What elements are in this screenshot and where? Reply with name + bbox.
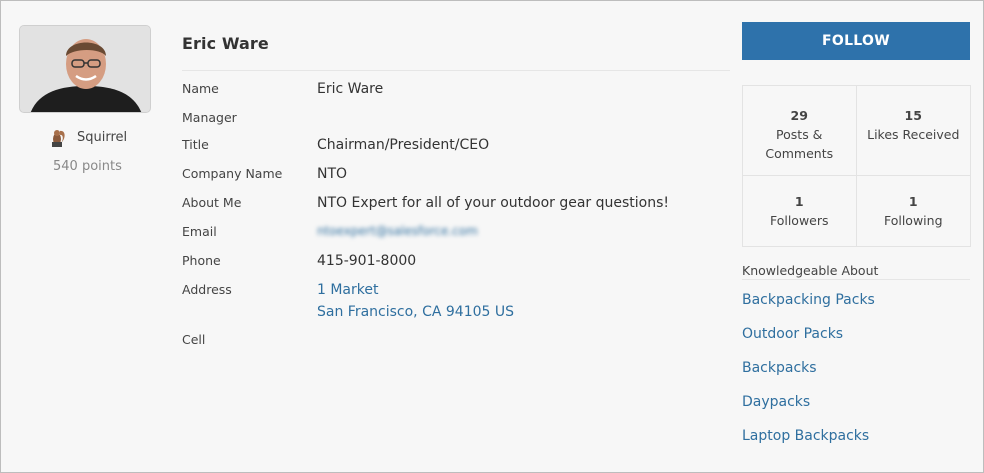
stat-label: Following [883,213,943,228]
avatar[interactable] [19,25,151,113]
stats-grid: 29 Posts & Comments 15 Likes Received 1 … [742,85,971,247]
topic-link[interactable]: Backpacking Packs [742,292,875,308]
stat-posts-comments[interactable]: 29 Posts & Comments [743,86,857,176]
stat-count: 29 [790,108,808,123]
topic-link[interactable]: Daypacks [742,394,810,410]
divider [742,279,970,280]
page-title: Eric Ware [182,34,269,53]
stat-count: 15 [904,108,922,123]
field-label-email: Email [182,224,217,239]
field-value-about: NTO Expert for all of your outdoor gear … [317,195,670,211]
topic-link[interactable]: Laptop Backpacks [742,428,869,444]
stat-label: Posts & Comments [765,127,834,161]
field-label-company: Company Name [182,166,283,181]
rank-label: Squirrel [77,129,128,145]
stat-likes-received[interactable]: 15 Likes Received [856,86,970,176]
stat-label: Followers [769,213,829,228]
squirrel-icon [52,130,65,147]
address-line1-link[interactable]: 1 Market [317,282,378,298]
topic-link[interactable]: Backpacks [742,360,817,376]
address-line2-link[interactable]: San Francisco, CA 94105 US [317,304,514,320]
field-value-phone: 415-901-8000 [317,253,417,269]
field-label-address: Address [182,282,232,297]
stat-followers[interactable]: 1 Followers [743,176,857,247]
points-label: 540 points [53,159,122,174]
field-label-about: About Me [182,195,242,210]
follow-button[interactable]: FOLLOW [742,22,970,60]
field-label-phone: Phone [182,253,221,268]
field-value-title: Chairman/President/CEO [317,137,490,153]
field-label-name: Name [182,81,219,96]
avatar-photo [20,26,150,112]
field-value-name: Eric Ware [317,81,384,97]
stat-count: 1 [908,194,918,209]
divider [182,70,730,71]
field-value-company: NTO [317,166,348,182]
field-label-title: Title [182,137,209,152]
rank-badge: Squirrel [51,127,127,147]
stat-count: 1 [794,194,804,209]
field-label-cell: Cell [182,332,206,347]
stat-label: Likes Received [867,127,960,142]
knowledgeable-about-heading: Knowledgeable About [742,263,879,278]
email-link[interactable]: ntoexpert@salesforce.com [317,224,478,238]
topic-link[interactable]: Outdoor Packs [742,326,843,342]
field-label-manager: Manager [182,110,237,125]
stat-following[interactable]: 1 Following [857,176,971,247]
profile-panel: Squirrel 540 points Eric Ware Name Eric … [0,0,984,473]
